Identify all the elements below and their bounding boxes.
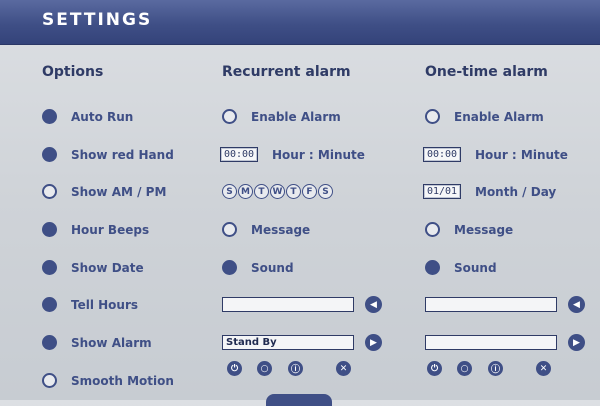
page-title: SETTINGS bbox=[42, 10, 153, 30]
option-auto-run[interactable]: Auto Run bbox=[42, 109, 133, 124]
option-show-date[interactable]: Show Date bbox=[42, 260, 144, 275]
info-icon: ⓘ bbox=[290, 365, 300, 375]
title-bar: SETTINGS bbox=[0, 0, 600, 45]
recurrent-time-row: 00:00 Hour : Minute bbox=[220, 147, 365, 162]
day-friday-toggle[interactable]: F bbox=[302, 184, 317, 199]
one-time-alarm-header: One-time alarm bbox=[425, 64, 548, 80]
option-label: Show red Hand bbox=[71, 147, 174, 162]
day-sunday-toggle[interactable]: S bbox=[222, 184, 237, 199]
recurrent-enable-label: Enable Alarm bbox=[251, 109, 341, 124]
option-label: Show Alarm bbox=[71, 335, 152, 350]
recurrent-message-label: Message bbox=[251, 222, 311, 237]
onetime-close-button[interactable]: ✕ bbox=[536, 361, 551, 376]
rewind-icon: ◀ bbox=[573, 299, 580, 310]
option-radio[interactable] bbox=[42, 373, 57, 388]
recurrent-sound-radio[interactable] bbox=[222, 260, 237, 275]
close-icon: ✕ bbox=[339, 363, 348, 374]
onetime-date-label: Month / Day bbox=[475, 184, 557, 199]
option-tell-hours[interactable]: Tell Hours bbox=[42, 297, 138, 312]
recurrent-play-button[interactable]: ▶ bbox=[365, 334, 382, 351]
option-smooth-motion[interactable]: Smooth Motion bbox=[42, 373, 174, 388]
option-label: Tell Hours bbox=[71, 297, 139, 312]
recurrent-info-button[interactable]: ⓘ bbox=[288, 361, 303, 376]
circle-icon: ○ bbox=[260, 363, 269, 374]
bottom-tab-handle[interactable] bbox=[266, 394, 332, 406]
onetime-message-option[interactable]: Message bbox=[425, 222, 513, 237]
recurrent-days-row: S M T W T F S bbox=[222, 184, 333, 199]
options-header: Options bbox=[42, 64, 104, 80]
rewind-icon: ◀ bbox=[370, 299, 377, 310]
recurrent-close-button[interactable]: ✕ bbox=[336, 361, 351, 376]
onetime-date-row: 01/01 Month / Day bbox=[423, 184, 556, 199]
option-radio[interactable] bbox=[42, 184, 57, 199]
onetime-sound-option[interactable]: Sound bbox=[425, 260, 497, 275]
onetime-message-input[interactable] bbox=[425, 297, 557, 312]
recurrent-sound-input[interactable]: Stand By bbox=[222, 335, 354, 350]
onetime-enable-alarm[interactable]: Enable Alarm bbox=[425, 109, 544, 124]
day-wednesday-toggle[interactable]: W bbox=[270, 184, 285, 199]
onetime-date-field[interactable]: 01/01 bbox=[423, 184, 461, 199]
info-icon: ⓘ bbox=[490, 365, 500, 375]
recurrent-sound-option[interactable]: Sound bbox=[222, 260, 294, 275]
option-radio[interactable] bbox=[42, 297, 57, 312]
play-icon: ▶ bbox=[370, 337, 377, 348]
onetime-info-button[interactable]: ⓘ bbox=[488, 361, 503, 376]
power-icon: ⏻ bbox=[430, 363, 439, 374]
onetime-message-radio[interactable] bbox=[425, 222, 440, 237]
onetime-circle-button[interactable]: ○ bbox=[457, 361, 472, 376]
option-show-alarm[interactable]: Show Alarm bbox=[42, 335, 152, 350]
onetime-rewind-button[interactable]: ◀ bbox=[568, 296, 585, 313]
onetime-time-row: 00:00 Hour : Minute bbox=[423, 147, 568, 162]
recurrent-rewind-button[interactable]: ◀ bbox=[365, 296, 382, 313]
onetime-time-label: Hour : Minute bbox=[475, 147, 568, 162]
recurrent-message-radio[interactable] bbox=[222, 222, 237, 237]
recurrent-message-option[interactable]: Message bbox=[222, 222, 310, 237]
play-icon: ▶ bbox=[573, 337, 580, 348]
recurrent-alarm-header: Recurrent alarm bbox=[222, 64, 351, 80]
option-label: Show AM / PM bbox=[71, 184, 167, 199]
option-label: Smooth Motion bbox=[71, 373, 174, 388]
option-show-red-hand[interactable]: Show red Hand bbox=[42, 147, 174, 162]
onetime-sound-input[interactable] bbox=[425, 335, 557, 350]
day-monday-toggle[interactable]: M bbox=[238, 184, 253, 199]
option-radio[interactable] bbox=[42, 109, 57, 124]
day-saturday-toggle[interactable]: S bbox=[318, 184, 333, 199]
onetime-power-button[interactable]: ⏻ bbox=[427, 361, 442, 376]
recurrent-message-input[interactable] bbox=[222, 297, 354, 312]
onetime-enable-radio[interactable] bbox=[425, 109, 440, 124]
option-label: Auto Run bbox=[71, 109, 134, 124]
option-radio[interactable] bbox=[42, 147, 57, 162]
option-radio[interactable] bbox=[42, 335, 57, 350]
day-thursday-toggle[interactable]: T bbox=[286, 184, 301, 199]
day-tuesday-toggle[interactable]: T bbox=[254, 184, 269, 199]
onetime-message-label: Message bbox=[454, 222, 514, 237]
option-label: Show Date bbox=[71, 260, 144, 275]
close-icon: ✕ bbox=[539, 363, 548, 374]
recurrent-sound-label: Sound bbox=[251, 260, 294, 275]
recurrent-enable-radio[interactable] bbox=[222, 109, 237, 124]
option-radio[interactable] bbox=[42, 222, 57, 237]
onetime-sound-label: Sound bbox=[454, 260, 497, 275]
option-hour-beeps[interactable]: Hour Beeps bbox=[42, 222, 149, 237]
recurrent-power-button[interactable]: ⏻ bbox=[227, 361, 242, 376]
option-show-am-pm[interactable]: Show AM / PM bbox=[42, 184, 166, 199]
circle-icon: ○ bbox=[460, 363, 469, 374]
recurrent-time-label: Hour : Minute bbox=[272, 147, 365, 162]
onetime-enable-label: Enable Alarm bbox=[454, 109, 544, 124]
option-radio[interactable] bbox=[42, 260, 57, 275]
option-label: Hour Beeps bbox=[71, 222, 150, 237]
onetime-sound-radio[interactable] bbox=[425, 260, 440, 275]
onetime-time-field[interactable]: 00:00 bbox=[423, 147, 461, 162]
power-icon: ⏻ bbox=[230, 363, 239, 374]
onetime-play-button[interactable]: ▶ bbox=[568, 334, 585, 351]
recurrent-time-field[interactable]: 00:00 bbox=[220, 147, 258, 162]
recurrent-enable-alarm[interactable]: Enable Alarm bbox=[222, 109, 341, 124]
recurrent-circle-button[interactable]: ○ bbox=[257, 361, 272, 376]
